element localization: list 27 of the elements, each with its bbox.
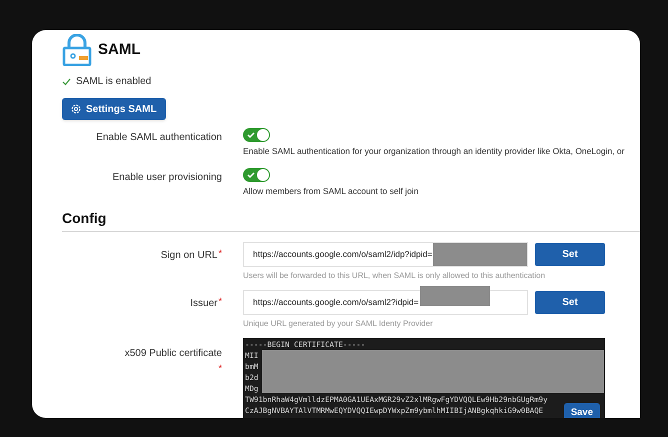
settings-button[interactable]: Settings SAML: [62, 98, 166, 120]
redaction-block: [420, 286, 490, 306]
toggle-switch[interactable]: [243, 168, 270, 182]
toggle-switch[interactable]: [243, 128, 270, 142]
field-label: Sign on URL: [160, 248, 218, 262]
check-icon: [247, 131, 255, 139]
save-button[interactable]: Save: [564, 402, 600, 418]
toggle-label: Enable SAML authentication: [95, 131, 222, 145]
toggle-description: Enable SAML authentication for your organization through an identity provider like Okta, OneLogin, or: [243, 145, 626, 158]
set-button[interactable]: Set: [535, 242, 605, 266]
section-title: Config: [62, 208, 108, 228]
field-label: x509 Public certificate: [124, 346, 222, 360]
toggle-description: Allow members from SAML account to self join: [243, 184, 420, 198]
page-title: SAML: [98, 40, 140, 60]
status-text: SAML is enabled: [76, 75, 152, 89]
check-icon: [247, 170, 255, 179]
field-hint: Users will be forwarded to this URL, when SAML is only allowed to this authentication: [243, 270, 546, 282]
toggle-label: Enable user provisioning: [111, 170, 222, 185]
required-mark: *: [218, 246, 222, 260]
field-hint: Unique URL generated by your SAML Identy Provider: [243, 318, 434, 330]
padlock-icon: [62, 34, 92, 66]
set-button[interactable]: Set: [535, 290, 605, 314]
url-input-field[interactable]: https://accounts.google.com/o/saml2/idp?idpid=: [243, 242, 528, 266]
field-label: Issuer: [190, 296, 218, 310]
required-mark: *: [218, 362, 222, 372]
required-mark: *: [218, 294, 222, 308]
settings-icon: [71, 104, 81, 114]
